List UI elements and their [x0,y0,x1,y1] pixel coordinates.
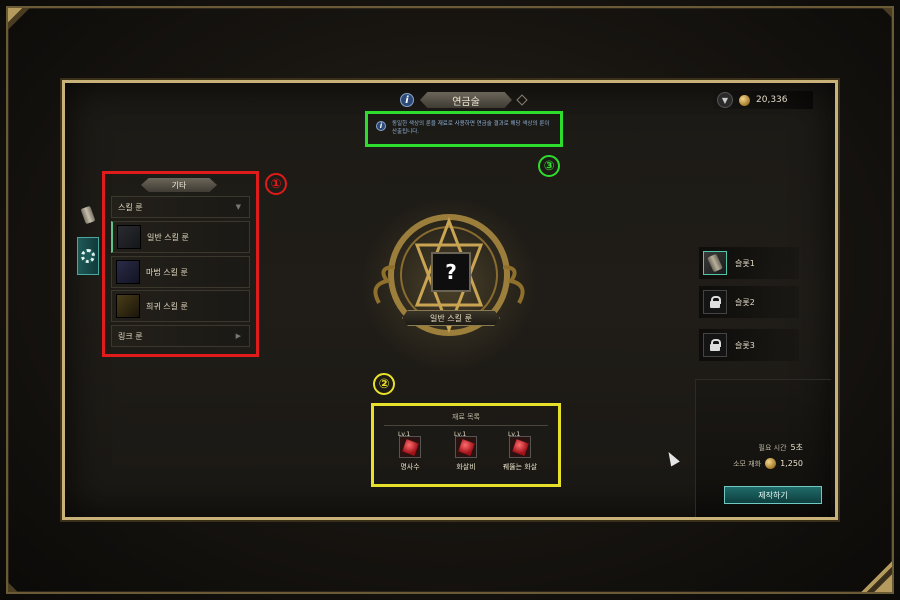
info-icon: i [376,121,386,131]
material-level: Lv.1 [508,431,521,438]
material-name: 화살비 [456,463,476,471]
scroll-icon [707,253,723,273]
lock-icon [710,296,721,308]
corner-ornament [8,532,68,592]
gem-icon: Lv.1 [398,431,421,458]
category-item-magic-skill-rune[interactable]: 마법 스킬 룬 [111,256,250,288]
rune-thumbnail [116,294,140,318]
materials-panel: 재료 목록 Lv.1 명사수 Lv.1 화살비 Lv.1 꿰뚫는 화살 [371,403,561,487]
divider [384,425,548,426]
currency-amount: 20,336 [756,95,788,105]
time-label: 필요 시간 [758,443,787,452]
material-name: 꿰뚫는 화살 [502,463,538,471]
material-item[interactable]: Lv.1 명사수 [388,431,432,472]
currency-display: ▼ 20,336 [713,91,813,109]
slot-3[interactable]: 슬롯3 [699,329,799,361]
alchemy-emblem: ? 일반 스킬 룬 [357,199,541,369]
craft-info-panel: 필요 시간 5초 소모 재화 1,250 제작하기 [695,379,831,517]
slot-label: 슬롯3 [735,340,755,350]
slot-1[interactable]: 슬롯1 [699,247,799,279]
notice-text: 동일한 색상의 룬을 재료로 사용하면 연금술 결과로 해당 색상의 룬이 산출… [392,121,550,135]
slot-box [703,251,727,275]
item-label: 희귀 스킬 룬 [146,301,188,311]
rune-gear-icon [81,249,95,263]
alchemy-window: i 연금술 ▼ 20,336 i 동일한 색상의 룬을 재료로 사용하면 연금술… [62,80,838,520]
question-mark-icon: ? [445,260,457,284]
lock-icon [710,339,721,351]
category-group-skill-rune[interactable]: 스킬 룬 ▼ [111,196,250,218]
item-label: 일반 스킬 룬 [147,232,189,242]
category-group-link-rune[interactable]: 링크 룬 ▶ [111,325,250,347]
required-time: 필요 시간 5초 [759,442,803,453]
group-label: 링크 룬 [118,331,143,341]
slot-label: 슬롯1 [735,258,755,268]
cost: 소모 재화 1,250 [733,458,803,469]
corner-ornament [832,8,892,68]
slot-box [703,290,727,314]
slot-box [703,333,727,357]
info-icon[interactable]: i [400,93,414,107]
coin-icon [765,458,777,469]
coin-icon [739,94,750,106]
notice-box: i 동일한 색상의 룬을 재료로 사용하면 연금술 결과로 해당 색상의 룬이 … [365,111,563,147]
window-title-bar: i 연금술 [400,91,528,109]
cost-label: 소모 재화 [733,459,762,468]
cost-value: 1,250 [780,459,803,468]
chevron-down-icon: ▼ [235,203,241,211]
craft-button[interactable]: 제작하기 [724,486,822,504]
gem-icon: Lv.1 [454,431,477,458]
tab-rune[interactable] [77,237,99,275]
category-item-rare-skill-rune[interactable]: 희귀 스킬 룬 [111,290,250,322]
rune-thumbnail [116,260,140,284]
material-level: Lv.1 [454,431,467,438]
material-level: Lv.1 [398,431,411,438]
material-name: 명사수 [400,463,420,471]
flourish-icon [516,94,528,106]
annotation-marker-2: ② [373,373,395,395]
category-item-normal-skill-rune[interactable]: 일반 스킬 룬 [111,221,250,253]
window-title: 연금술 [420,92,512,108]
chevron-right-icon: ▶ [235,332,241,340]
result-slot[interactable]: ? [431,252,471,292]
result-label: 일반 스킬 룬 [402,310,500,326]
group-label: 스킬 룬 [118,202,143,212]
scroll-icon [80,205,96,225]
category-panel: 기타 스킬 룬 ▼ 일반 스킬 룬 마법 스킬 룬 희귀 스킬 룬 링크 룬 ▶ [102,171,259,357]
annotation-marker-3: ③ [538,155,560,177]
category-header: 기타 [141,178,217,192]
slot-label: 슬롯2 [735,297,755,307]
material-item[interactable]: Lv.1 꿰뚫는 화살 [498,431,542,472]
annotation-marker-1: ① [265,173,287,195]
corner-ornament [8,8,68,68]
materials-title: 재료 목록 [452,413,480,421]
gem-icon: Lv.1 [508,431,531,458]
time-value: 5초 [790,443,803,452]
material-item[interactable]: Lv.1 화살비 [444,431,488,472]
cursor-icon [664,449,680,467]
expand-button[interactable]: ▼ [717,92,733,108]
rune-thumbnail [117,225,141,249]
slot-2[interactable]: 슬롯2 [699,286,799,318]
tab-scroll[interactable] [77,201,99,229]
item-label: 마법 스킬 룬 [146,267,188,277]
